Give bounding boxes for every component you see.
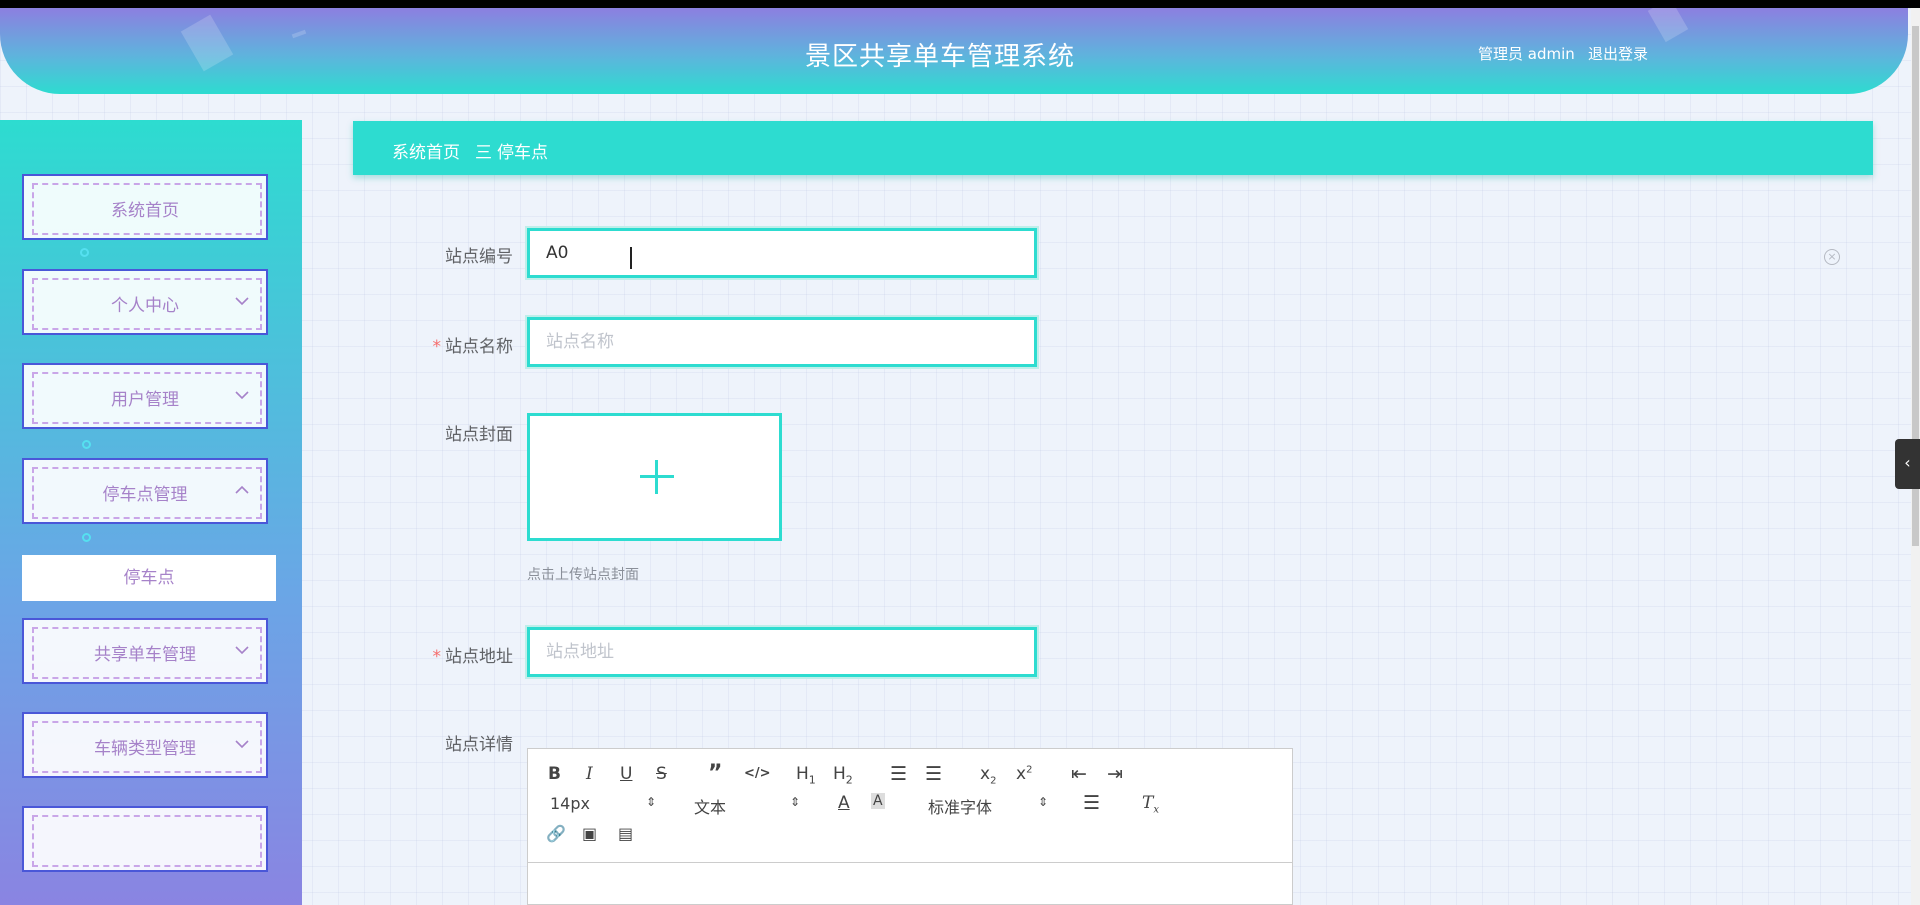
h2-icon[interactable]: H2: [833, 764, 853, 786]
decoration-dot: [82, 533, 91, 542]
sidebar-item-vehicle-types[interactable]: 车辆类型管理: [18, 708, 274, 782]
decoration-dot: [80, 248, 89, 257]
chevron-left-icon[interactable]: ‹: [1895, 439, 1920, 489]
ordered-list-icon[interactable]: ☰: [890, 763, 907, 785]
h1-icon[interactable]: H1: [796, 764, 816, 786]
quote-icon[interactable]: ”: [708, 761, 722, 786]
chevron-down-icon: [235, 297, 249, 306]
video-icon[interactable]: ▤: [618, 824, 633, 843]
sidebar-item-label: 车辆类型管理: [94, 739, 196, 759]
menu-frame: [22, 806, 268, 872]
cover-upload-button[interactable]: [527, 413, 782, 541]
image-icon[interactable]: ▣: [582, 824, 597, 843]
station-name-label: * 站点名称: [353, 332, 514, 357]
align-icon[interactable]: ☰: [1083, 792, 1100, 814]
address-label: * 站点地址: [353, 642, 514, 667]
station-no-input[interactable]: A0: [525, 226, 1039, 280]
chevron-down-icon: [235, 740, 249, 749]
detail-label-text: 站点详情: [445, 735, 513, 755]
underline-icon[interactable]: U: [620, 764, 632, 784]
logout-link[interactable]: 退出登录: [1588, 43, 1648, 64]
sidebar: 系统首页 个人中心 用户管理 停车点管理 停车点 共享单车管理 车辆类型管理: [0, 120, 302, 905]
breadcrumb-separator: 三: [475, 143, 492, 163]
sidebar-item-users[interactable]: 用户管理: [18, 359, 274, 433]
sidebar-item-label: 共享单车管理: [94, 645, 196, 665]
sidebar-item-parking[interactable]: 停车点管理: [18, 454, 274, 528]
station-name-label-text: 站点名称: [445, 337, 513, 357]
strike-icon[interactable]: S: [656, 764, 667, 784]
station-no-label: 站点编号: [353, 242, 513, 267]
sidebar-subitem-parking-point[interactable]: 停车点: [22, 555, 276, 601]
address-label-text: 站点地址: [445, 647, 513, 667]
breadcrumb: 系统首页 三 停车点: [353, 121, 1873, 175]
select-arrows-icon: ⇕: [1038, 795, 1049, 809]
required-mark: *: [432, 647, 442, 667]
required-mark: *: [432, 337, 442, 357]
station-name-input[interactable]: 站点名称: [525, 315, 1039, 369]
select-arrows-icon: ⇕: [790, 795, 801, 809]
sidebar-item-label: 系统首页: [111, 201, 179, 221]
chevron-up-icon: [235, 485, 249, 494]
font-color-icon[interactable]: A: [838, 793, 850, 813]
font-size-select[interactable]: 14px: [550, 794, 590, 813]
cover-label-text: 站点封面: [445, 425, 513, 445]
sidebar-item-more[interactable]: [18, 802, 274, 876]
link-icon[interactable]: 🔗: [546, 824, 566, 843]
decoration-dot: [82, 440, 91, 449]
station-no-label-text: 站点编号: [445, 247, 513, 267]
detail-label: 站点详情: [353, 730, 513, 755]
menu-frame-inner: [32, 815, 262, 867]
outdent-icon[interactable]: ⇤: [1071, 763, 1087, 785]
clear-icon[interactable]: ×: [1824, 249, 1840, 265]
block-type-select[interactable]: 文本: [694, 794, 726, 818]
upload-tip: 点击上传站点封面: [527, 567, 639, 583]
header-bar: 景区共享单车管理系统 管理员 admin 退出登录: [0, 8, 1908, 94]
clear-format-icon[interactable]: Tx: [1142, 793, 1159, 815]
breadcrumb-home[interactable]: 系统首页: [392, 138, 460, 163]
indent-icon[interactable]: ⇥: [1107, 763, 1123, 785]
bold-icon[interactable]: B: [548, 764, 561, 784]
address-input[interactable]: 站点地址: [525, 625, 1039, 679]
rich-text-editor[interactable]: B I U S ” </> H1 H2 ☰ ☰ x2 x2 ⇤ ⇥ 14px ⇕…: [527, 748, 1293, 905]
app-page: 景区共享单车管理系统 管理员 admin 退出登录 系统首页 个人中心 用户管理: [0, 8, 1920, 905]
sidebar-item-home[interactable]: 系统首页: [18, 170, 274, 244]
select-arrows-icon: ⇕: [646, 795, 657, 809]
sidebar-item-label: 停车点管理: [102, 485, 188, 505]
bullet-list-icon[interactable]: ☰: [925, 763, 942, 785]
subscript-icon[interactable]: x2: [980, 764, 996, 786]
chevron-down-icon: [235, 391, 249, 400]
italic-icon[interactable]: I: [586, 764, 593, 784]
cover-label: 站点封面: [353, 420, 513, 445]
sidebar-item-personal[interactable]: 个人中心: [18, 265, 274, 339]
font-family-select[interactable]: 标准字体: [928, 794, 992, 818]
breadcrumb-current: 停车点: [497, 143, 548, 163]
editor-toolbar: B I U S ” </> H1 H2 ☰ ☰ x2 x2 ⇤ ⇥ 14px ⇕…: [528, 749, 1292, 863]
background-color-icon[interactable]: A: [871, 793, 885, 809]
plus-icon: [655, 460, 658, 494]
code-icon[interactable]: </>: [744, 766, 771, 781]
sidebar-item-label: 用户管理: [111, 390, 179, 410]
text-cursor: [630, 247, 632, 269]
sidebar-item-bikes[interactable]: 共享单车管理: [18, 614, 274, 688]
sidebar-item-label: 个人中心: [111, 296, 179, 316]
superscript-icon[interactable]: x2: [1016, 764, 1032, 784]
current-user: 管理员 admin: [1478, 45, 1575, 63]
chevron-down-icon: [235, 646, 249, 655]
